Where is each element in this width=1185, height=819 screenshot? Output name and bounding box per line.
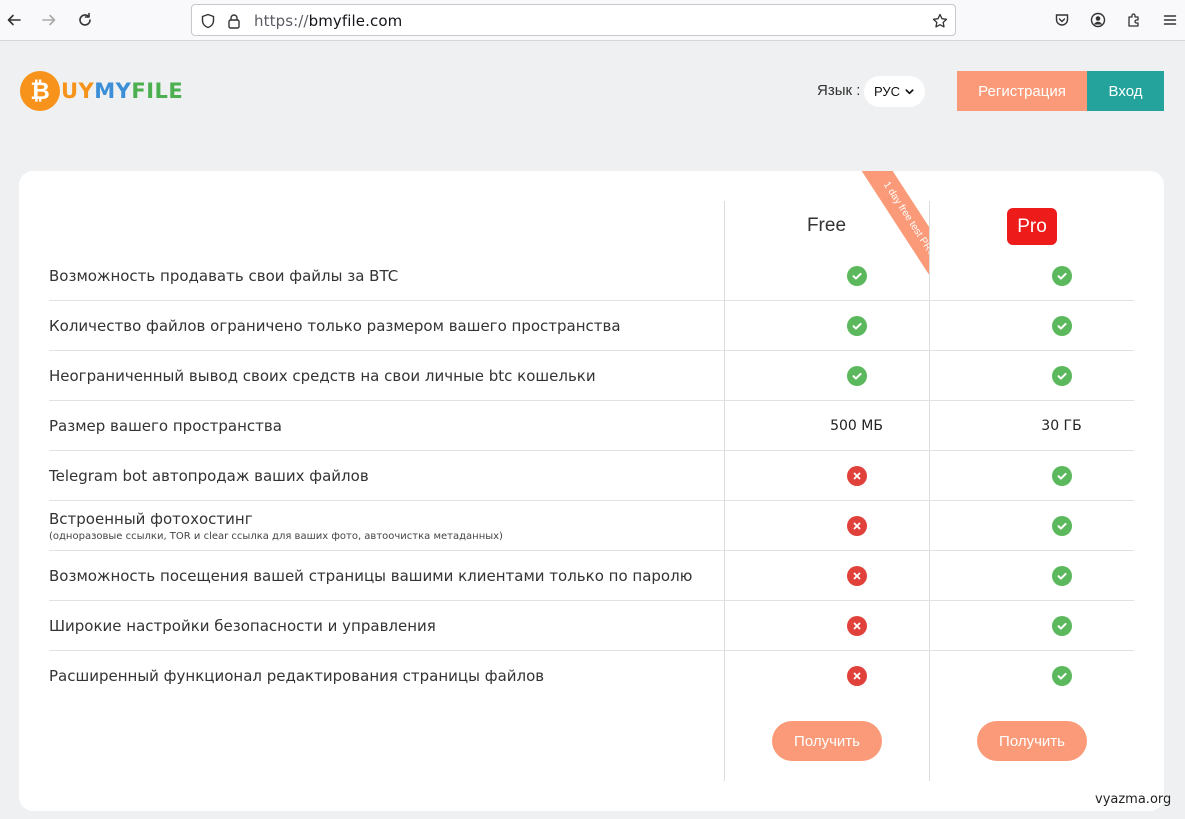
site-logo[interactable]: ₿ UYMYFILE bbox=[20, 71, 183, 111]
account-icon[interactable] bbox=[1087, 9, 1109, 31]
feature-label: Широкие настройки безопасности и управле… bbox=[49, 601, 436, 651]
feature-row: Telegram bot автопродаж ваших файлов bbox=[49, 451, 1134, 501]
feature-row: Возможность посещения вашей страницы ваш… bbox=[49, 551, 1134, 601]
reload-icon[interactable] bbox=[74, 9, 96, 31]
check-circle-icon bbox=[1051, 466, 1072, 486]
pro-cell bbox=[959, 251, 1164, 301]
forward-arrow-icon[interactable] bbox=[38, 9, 60, 31]
feature-row: Размер вашего пространства 500 МБ 30 ГБ bbox=[49, 401, 1134, 451]
url-protocol: https:// bbox=[254, 12, 309, 30]
check-circle-icon bbox=[846, 316, 867, 336]
pocket-icon[interactable] bbox=[1051, 9, 1073, 31]
feature-label: Возможность посещения вашей страницы ваш… bbox=[49, 551, 692, 601]
feature-row: Количество файлов ограничено только разм… bbox=[49, 301, 1134, 351]
menu-icon[interactable] bbox=[1159, 9, 1181, 31]
check-circle-icon bbox=[1051, 616, 1072, 636]
pro-cell bbox=[959, 501, 1164, 551]
get-pro-button[interactable]: Получить bbox=[977, 721, 1087, 761]
feature-title: Неограниченный вывод своих средств на св… bbox=[49, 367, 596, 385]
feature-row: Широкие настройки безопасности и управле… bbox=[49, 601, 1134, 651]
url-text[interactable]: https://bmyfile.com bbox=[254, 12, 402, 30]
free-cell bbox=[754, 351, 959, 401]
free-cell bbox=[754, 601, 959, 651]
cross-circle-icon bbox=[846, 516, 867, 536]
feature-label: Telegram bot автопродаж ваших файлов bbox=[49, 451, 369, 501]
free-cell bbox=[754, 651, 959, 701]
free-cell bbox=[754, 301, 959, 351]
check-circle-icon bbox=[1051, 516, 1072, 536]
url-domain: bmyfile.com bbox=[308, 12, 403, 30]
shield-icon[interactable] bbox=[199, 12, 217, 30]
login-button[interactable]: Вход bbox=[1087, 71, 1164, 111]
check-circle-icon bbox=[1051, 566, 1072, 586]
feature-title: Telegram bot автопродаж ваших файлов bbox=[49, 467, 369, 485]
pro-cell bbox=[959, 551, 1164, 601]
pro-cell bbox=[959, 301, 1164, 351]
cross-circle-icon bbox=[846, 616, 867, 636]
feature-row: Встроенный фотохостинг (одноразовые ссылк… bbox=[49, 501, 1134, 551]
browser-toolbar: https://bmyfile.com bbox=[0, 0, 1185, 41]
cross-circle-icon bbox=[846, 466, 867, 486]
language-value: РУС bbox=[874, 84, 901, 99]
feature-row: Возможность продавать свои файлы за BTC bbox=[49, 251, 1134, 301]
check-circle-icon bbox=[1051, 666, 1072, 686]
get-free-button[interactable]: Получить bbox=[772, 721, 882, 761]
pro-value: 30 ГБ bbox=[1041, 418, 1082, 434]
check-circle-icon bbox=[1051, 366, 1072, 386]
check-circle-icon bbox=[846, 266, 867, 286]
feature-title: Размер вашего пространства bbox=[49, 417, 282, 435]
pro-cell bbox=[959, 451, 1164, 501]
feature-title: Количество файлов ограничено только разм… bbox=[49, 317, 621, 335]
pro-cell bbox=[959, 651, 1164, 701]
pro-cell bbox=[959, 351, 1164, 401]
watermark: vyazma.org bbox=[1095, 792, 1172, 807]
extensions-icon[interactable] bbox=[1123, 9, 1145, 31]
bitcoin-icon: ₿ bbox=[20, 71, 60, 111]
bookmark-star-icon[interactable] bbox=[931, 12, 949, 30]
pro-cell bbox=[959, 601, 1164, 651]
lock-icon[interactable] bbox=[225, 12, 243, 30]
free-cell bbox=[754, 501, 959, 551]
logo-text-file: FILE bbox=[131, 79, 184, 103]
cross-circle-icon bbox=[846, 566, 867, 586]
feature-title: Широкие настройки безопасности и управле… bbox=[49, 617, 436, 635]
feature-subtitle: (одноразовые ссылки, TOR и clear ссылка … bbox=[49, 531, 503, 542]
feature-label: Расширенный функционал редактирования ст… bbox=[49, 651, 544, 701]
plan-pro-badge: Pro bbox=[1007, 208, 1057, 245]
free-cell: 500 МБ bbox=[754, 401, 959, 451]
language-label: Язык : bbox=[817, 82, 861, 99]
check-circle-icon bbox=[1051, 266, 1072, 286]
check-circle-icon bbox=[1051, 316, 1072, 336]
register-button[interactable]: Регистрация bbox=[957, 71, 1087, 111]
feature-row: Неограниченный вывод своих средств на св… bbox=[49, 351, 1134, 401]
feature-label: Количество файлов ограничено только разм… bbox=[49, 301, 621, 351]
feature-label: Неограниченный вывод своих средств на св… bbox=[49, 351, 596, 401]
url-bar[interactable]: https://bmyfile.com bbox=[191, 4, 956, 36]
feature-label: Возможность продавать свои файлы за BTC bbox=[49, 251, 398, 301]
feature-title: Встроенный фотохостинг bbox=[49, 510, 253, 528]
free-cell bbox=[754, 451, 959, 501]
language-select[interactable]: РУС bbox=[864, 76, 925, 107]
feature-row: Расширенный функционал редактирования ст… bbox=[49, 651, 1134, 701]
pro-cell: 30 ГБ bbox=[959, 401, 1164, 451]
back-arrow-icon[interactable] bbox=[3, 9, 25, 31]
feature-title: Возможность посещения вашей страницы ваш… bbox=[49, 567, 693, 585]
feature-title: Расширенный функционал редактирования ст… bbox=[49, 667, 545, 685]
feature-label: Размер вашего пространства bbox=[49, 401, 282, 451]
free-cell bbox=[754, 251, 959, 301]
cross-circle-icon bbox=[846, 666, 867, 686]
check-circle-icon bbox=[846, 366, 867, 386]
logo-text-uy: UY bbox=[61, 79, 95, 103]
feature-label: Встроенный фотохостинг (одноразовые ссылк… bbox=[49, 501, 503, 551]
feature-title: Возможность продавать свои файлы за BTC bbox=[49, 267, 399, 285]
logo-text-my: MY bbox=[94, 79, 132, 103]
free-value: 500 МБ bbox=[830, 418, 883, 434]
free-cell bbox=[754, 551, 959, 601]
pricing-card: Free Pro 1 day free test PRO Возможность… bbox=[19, 171, 1164, 811]
chevron-down-icon bbox=[904, 85, 915, 100]
logo-text: UYMYFILE bbox=[61, 79, 183, 103]
